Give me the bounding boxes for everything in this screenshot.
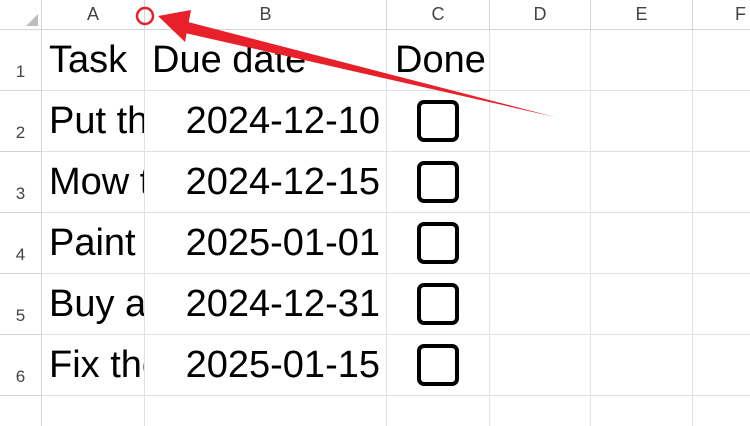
- cell-e7[interactable]: [591, 396, 693, 426]
- cell-f6[interactable]: [693, 335, 750, 396]
- cell-f3[interactable]: [693, 152, 750, 213]
- cell-b3[interactable]: 2024-12-15: [145, 152, 387, 213]
- cell-d5[interactable]: [490, 274, 591, 335]
- cell-a7[interactable]: [42, 396, 145, 426]
- task-text: Mow the: [49, 160, 144, 203]
- row-header-6[interactable]: 6: [0, 335, 42, 396]
- cell-f2[interactable]: [693, 91, 750, 152]
- due-date-text: 2024-12-31: [185, 282, 380, 325]
- select-all-icon: [26, 14, 38, 26]
- cell-a4[interactable]: Paint the: [42, 213, 145, 274]
- cell-a1[interactable]: Task: [42, 30, 145, 91]
- row-header-5[interactable]: 5: [0, 274, 42, 335]
- cell-d3[interactable]: [490, 152, 591, 213]
- cell-d6[interactable]: [490, 335, 591, 396]
- due-date-text: 2025-01-01: [185, 221, 380, 264]
- cell-d7[interactable]: [490, 396, 591, 426]
- cell-b6[interactable]: 2025-01-15: [145, 335, 387, 396]
- cell-d4[interactable]: [490, 213, 591, 274]
- column-header-d[interactable]: D: [490, 0, 591, 30]
- cell-c4[interactable]: [387, 213, 490, 274]
- due-date-text: 2025-01-15: [185, 343, 380, 386]
- cell-e3[interactable]: [591, 152, 693, 213]
- column-header-e[interactable]: E: [591, 0, 693, 30]
- header-due-date-text: Due date: [152, 38, 307, 81]
- cell-e5[interactable]: [591, 274, 693, 335]
- cell-e6[interactable]: [591, 335, 693, 396]
- task-text: Put the: [49, 99, 144, 142]
- done-checkbox[interactable]: [417, 344, 459, 386]
- task-text: Paint the: [49, 221, 144, 264]
- cell-b2[interactable]: 2024-12-10: [145, 91, 387, 152]
- done-checkbox[interactable]: [417, 283, 459, 325]
- cell-f7[interactable]: [693, 396, 750, 426]
- cell-b5[interactable]: 2024-12-31: [145, 274, 387, 335]
- cell-c3[interactable]: [387, 152, 490, 213]
- row-header-7[interactable]: [0, 396, 42, 426]
- cell-d1[interactable]: [490, 30, 591, 91]
- cell-e1[interactable]: [591, 30, 693, 91]
- cell-e4[interactable]: [591, 213, 693, 274]
- cell-e2[interactable]: [591, 91, 693, 152]
- due-date-text: 2024-12-15: [185, 160, 380, 203]
- cell-c2[interactable]: [387, 91, 490, 152]
- cell-c5[interactable]: [387, 274, 490, 335]
- cell-f1[interactable]: [693, 30, 750, 91]
- column-header-f[interactable]: F: [693, 0, 750, 30]
- task-text: Buy a: [49, 282, 145, 325]
- due-date-text: 2024-12-10: [185, 99, 380, 142]
- cell-b7[interactable]: [145, 396, 387, 426]
- row-header-2[interactable]: 2: [0, 91, 42, 152]
- cell-a2[interactable]: Put the: [42, 91, 145, 152]
- done-checkbox[interactable]: [417, 222, 459, 264]
- cell-a5[interactable]: Buy a: [42, 274, 145, 335]
- select-all-corner[interactable]: [0, 0, 42, 30]
- header-done-text: Done: [395, 38, 486, 81]
- cell-b1[interactable]: Due date: [145, 30, 387, 91]
- row-header-1[interactable]: 1: [0, 30, 42, 91]
- cell-f4[interactable]: [693, 213, 750, 274]
- column-header-c[interactable]: C: [387, 0, 490, 30]
- cell-c1[interactable]: Done: [387, 30, 490, 91]
- cell-a6[interactable]: Fix the: [42, 335, 145, 396]
- cell-b4[interactable]: 2025-01-01: [145, 213, 387, 274]
- cell-a3[interactable]: Mow the: [42, 152, 145, 213]
- done-checkbox[interactable]: [417, 100, 459, 142]
- cell-c7[interactable]: [387, 396, 490, 426]
- column-header-a[interactable]: A: [42, 0, 145, 30]
- column-header-b[interactable]: B: [145, 0, 387, 30]
- task-text: Fix the: [49, 343, 144, 386]
- cell-c6[interactable]: [387, 335, 490, 396]
- row-header-3[interactable]: 3: [0, 152, 42, 213]
- header-task-text: Task: [49, 38, 128, 81]
- row-header-4[interactable]: 4: [0, 213, 42, 274]
- cell-d2[interactable]: [490, 91, 591, 152]
- done-checkbox[interactable]: [417, 161, 459, 203]
- cell-f5[interactable]: [693, 274, 750, 335]
